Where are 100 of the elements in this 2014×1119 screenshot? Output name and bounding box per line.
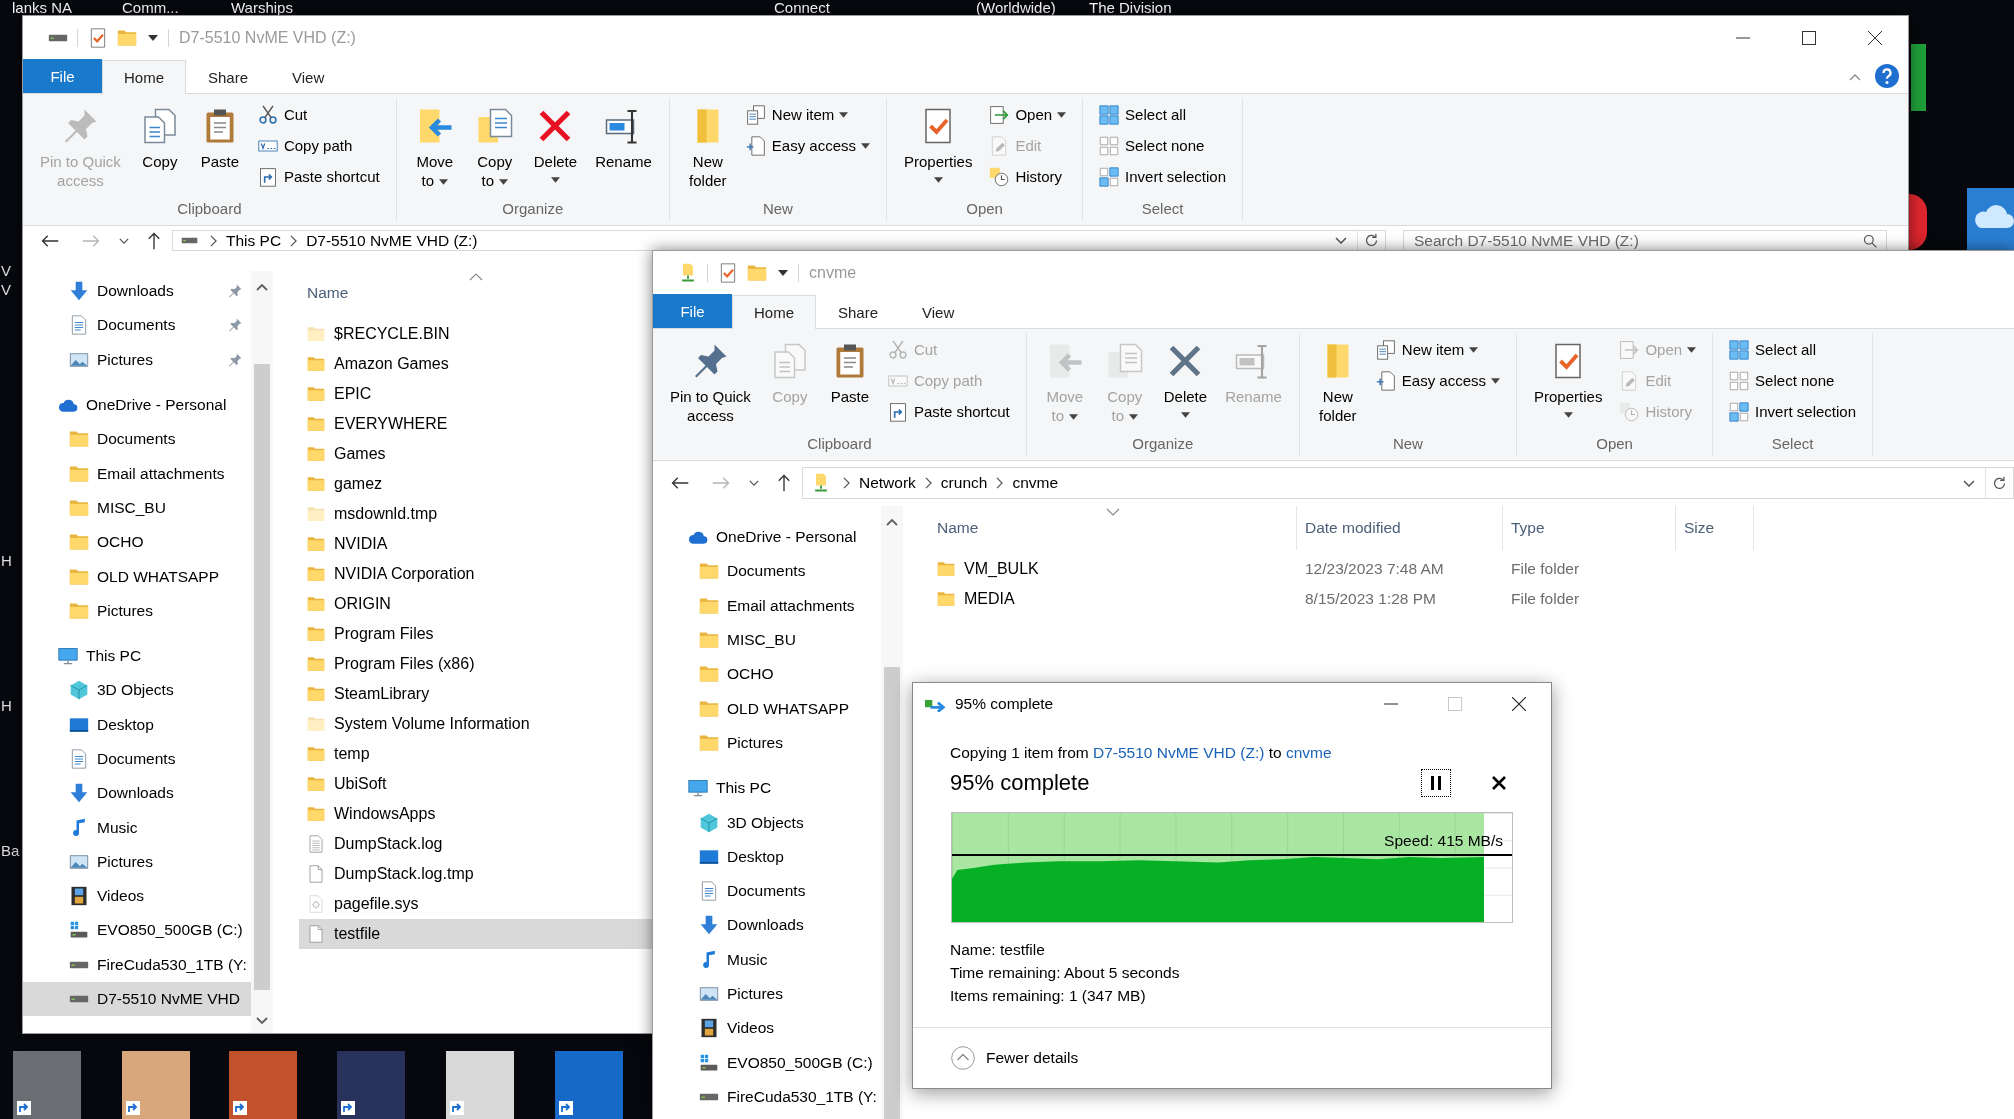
nav-item[interactable]: Documents [653,873,881,909]
app-shortcut-icon[interactable] [337,1051,405,1119]
file-row[interactable]: EVERYWHERE [299,409,653,439]
scrollbar-thumb[interactable] [254,364,270,990]
file-row[interactable]: ORIGIN [299,589,653,619]
ribbon-tab[interactable]: Home [732,295,816,329]
nav-item[interactable]: Music [23,810,251,845]
nav-item[interactable]: Pictures [23,593,251,628]
nav-item[interactable]: FireCuda530_1TB (Y: [23,947,251,982]
move-to-button[interactable]: Move to [404,98,465,198]
ribbon-tab[interactable]: View [270,60,347,94]
app-shortcut-icon[interactable] [555,1051,623,1119]
properties-button[interactable]: Properties [895,98,982,198]
source-link[interactable]: D7-5510 NvME VHD (Z:) [1093,744,1265,761]
nav-item[interactable]: Pictures [653,976,881,1012]
history-button[interactable]: History [981,161,1075,192]
nav-item[interactable]: MISC_BU [23,490,251,526]
file-row[interactable]: DumpStack.log.tmp [299,859,653,889]
caret-icon[interactable] [778,269,788,276]
file-row[interactable]: MEDIA 8/15/2023 1:28 PM File folder [929,584,1676,614]
nav-item[interactable]: D7-5510 NvME VHD [23,981,251,1017]
nav-item[interactable]: Pictures [23,844,251,880]
new-folder-button[interactable]: New folder [677,98,738,198]
breadcrumb-item[interactable]: Network [856,474,919,492]
column-header[interactable]: Date modified [1297,506,1503,550]
file-row[interactable]: $RECYCLE.BIN [299,319,653,349]
file-row[interactable]: pagefile.sys [299,889,653,919]
column-header[interactable]: Name [929,506,1297,550]
chevron-right-icon[interactable] [996,477,1004,489]
scrollbar-thumb[interactable] [884,667,900,1119]
nav-item[interactable]: Desktop [653,839,881,874]
nav-item[interactable]: Email attachments [23,456,251,491]
select-all-button[interactable]: Select all [1091,99,1234,130]
file-row[interactable]: NVIDIA [299,529,653,559]
select-none-button[interactable]: Select none [1721,365,1864,396]
file-menu-tab[interactable]: File [23,59,102,93]
help-icon[interactable] [1875,64,1899,88]
paste-button[interactable]: Paste [819,333,880,433]
checklist-icon[interactable] [88,27,108,48]
caret-icon[interactable] [148,34,158,41]
chevron-right-icon[interactable] [843,477,850,489]
ribbon-tab[interactable]: Share [816,295,901,329]
chevron-down-icon[interactable] [1963,479,1975,487]
new-item-button[interactable]: New item [737,99,879,130]
nav-item[interactable]: Downloads [23,776,251,811]
scrollbar[interactable] [881,506,903,1119]
file-row[interactable]: System Volume Information [299,709,653,739]
file-row[interactable]: Program Files (x86) [299,649,653,679]
breadcrumb-item[interactable]: D7-5510 NvME VHD (Z:) [303,231,481,250]
invert-selection-button[interactable]: Invert selection [1091,161,1234,192]
scrollbar[interactable] [251,271,273,1033]
pin-icon[interactable] [228,318,242,333]
select-all-button[interactable]: Select all [1721,334,1864,365]
paste-shortcut-button[interactable]: Paste shortcut [249,161,388,192]
nav-item[interactable]: Downloads [23,274,251,309]
nav-item[interactable]: OCHO [23,525,251,560]
easy-access-button[interactable]: Easy access [1367,365,1509,396]
file-row[interactable]: msdownld.tmp [299,499,653,529]
destination-link[interactable]: cnvme [1285,744,1332,761]
column-header[interactable]: Size [1676,506,1754,550]
properties-button[interactable]: Properties [1525,333,1612,433]
app-tile-icon[interactable] [1911,44,1926,111]
nav-item[interactable]: EVO850_500GB (C:) [23,913,251,948]
rename-button[interactable]: Rename [586,98,661,198]
file-row[interactable]: VM_BULK 12/23/2023 7:48 AM File folder [929,554,1676,584]
nav-item[interactable]: This PC [653,771,881,806]
delete-button[interactable]: Delete [1154,333,1217,433]
cloud-app-icon[interactable] [1967,188,2014,250]
nav-item[interactable]: Documents [23,422,251,457]
delete-button[interactable]: Delete [524,98,587,198]
nav-item[interactable]: OCHO [653,657,881,692]
breadcrumb-item[interactable]: crunch [937,474,991,492]
file-row[interactable]: gamez [299,469,653,499]
file-row[interactable]: NVIDIA Corporation [299,559,653,589]
nav-item[interactable]: This PC [23,638,251,674]
chevron-right-icon[interactable] [924,477,932,489]
breadcrumb-item[interactable]: This PC [223,231,285,250]
nav-item[interactable]: OneDrive - Personal [653,520,881,555]
nav-item[interactable]: Pictures [653,725,881,761]
nav-item[interactable]: OLD WHATSAPP [23,559,251,594]
open-button[interactable]: Open [981,99,1075,130]
file-menu-tab[interactable]: File [653,294,732,328]
search-icon[interactable] [1863,233,1877,248]
ribbon-tab[interactable]: Home [102,60,186,94]
pause-button[interactable] [1421,769,1451,797]
nav-item[interactable]: FireCuda530_1TB (Y: [653,1079,881,1115]
paste-button[interactable]: Paste [189,98,250,198]
nav-item[interactable]: Documents [23,308,251,343]
file-row[interactable]: SteamLibrary [299,679,653,709]
file-row[interactable]: UbiSoft [299,769,653,799]
column-header[interactable]: Type [1503,506,1676,550]
nav-item[interactable]: 3D Objects [23,673,251,708]
paste-shortcut-button[interactable]: Paste shortcut [879,396,1018,427]
file-row[interactable]: Program Files [299,619,653,649]
file-row[interactable]: testfile [299,919,653,949]
invert-selection-button[interactable]: Invert selection [1721,396,1864,427]
nav-item[interactable]: Desktop [23,707,251,742]
nav-item[interactable]: Videos [23,879,251,914]
easy-access-button[interactable]: Easy access [737,130,879,161]
nav-item[interactable]: OLD WHATSAPP [653,691,881,726]
